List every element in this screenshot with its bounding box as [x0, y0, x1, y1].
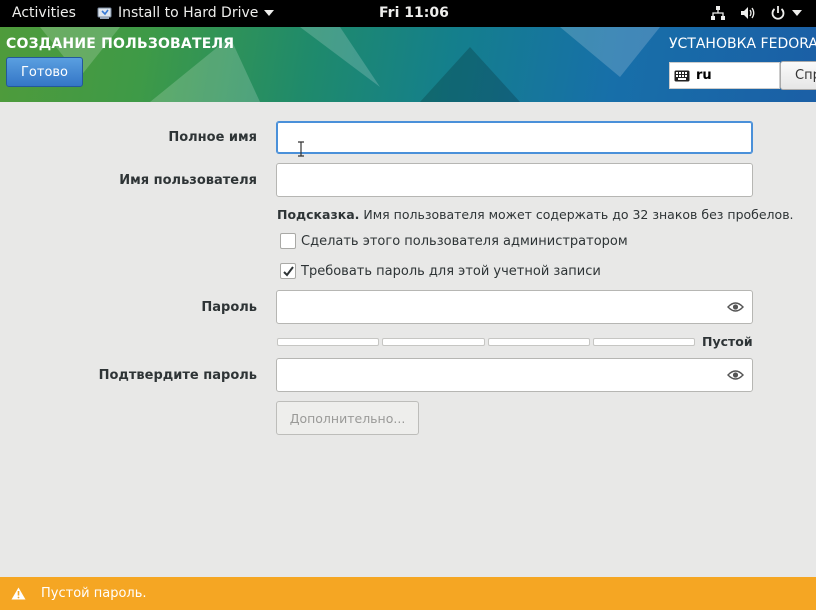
admin-checkbox[interactable] — [280, 233, 296, 249]
gnome-top-bar: Activities Install to Hard Drive Fri 11:… — [0, 0, 816, 27]
show-password-eye-icon[interactable] — [727, 369, 744, 381]
strength-segment — [382, 338, 485, 346]
password-label: Пароль — [201, 300, 257, 315]
full-name-label: Полное имя — [168, 130, 257, 145]
checkmark-icon — [283, 266, 294, 277]
admin-checkbox-label[interactable]: Сделать этого пользователя администратор… — [301, 234, 628, 249]
activities-button[interactable]: Activities — [12, 5, 76, 21]
help-button[interactable]: Справка — [780, 61, 816, 90]
strength-segment — [487, 338, 590, 346]
app-menu-label: Install to Hard Drive — [118, 5, 259, 21]
full-name-input[interactable] — [277, 122, 752, 153]
full-name-field[interactable] — [276, 121, 753, 154]
username-input[interactable] — [277, 164, 752, 196]
chevron-down-icon — [264, 10, 275, 16]
warning-icon — [11, 587, 26, 600]
done-button[interactable]: Готово — [6, 57, 83, 87]
warning-text: Пустой пароль. — [41, 586, 147, 601]
advanced-button[interactable]: Дополнительно... — [276, 401, 419, 435]
power-icon — [771, 6, 785, 20]
system-tray[interactable] — [710, 5, 802, 21]
keyboard-icon — [674, 70, 690, 81]
strength-segment — [277, 338, 380, 346]
password-input[interactable] — [277, 291, 752, 323]
chevron-down-icon — [792, 10, 802, 16]
warning-bar[interactable]: Пустой пароль. — [0, 577, 816, 610]
show-password-eye-icon[interactable] — [727, 301, 744, 313]
keyboard-layout-label: ru — [696, 68, 712, 83]
hint-title: Подсказка. — [277, 207, 360, 222]
installer-icon — [97, 7, 112, 19]
app-menu[interactable]: Install to Hard Drive — [97, 5, 275, 21]
spoke-title: СОЗДАНИЕ ПОЛЬЗОВАТЕЛЯ — [6, 36, 235, 52]
hint-text: Имя пользователя может содержать до 32 з… — [359, 207, 794, 222]
password-strength-bar — [277, 338, 695, 346]
clock[interactable]: Fri 11:06 — [379, 5, 449, 21]
network-icon — [711, 6, 725, 20]
username-label: Имя пользователя — [119, 173, 257, 188]
confirm-password-input[interactable] — [277, 359, 752, 391]
password-strength-label: Пустой — [702, 334, 753, 349]
require-password-checkbox[interactable] — [280, 263, 296, 279]
keyboard-layout-indicator[interactable]: ru — [669, 62, 780, 89]
confirm-password-field[interactable] — [276, 358, 753, 392]
volume-icon — [741, 7, 755, 19]
strength-segment — [592, 338, 695, 346]
password-field[interactable] — [276, 290, 753, 324]
admin-checkbox-row[interactable]: Сделать этого пользователя администратор… — [280, 233, 628, 249]
spoke-header: СОЗДАНИЕ ПОЛЬЗОВАТЕЛЯ Готово УСТАНОВКА F… — [0, 27, 816, 102]
product-title: УСТАНОВКА FEDORA — [669, 36, 816, 52]
require-password-checkbox-label[interactable]: Требовать пароль для этой учетной записи — [301, 264, 601, 279]
username-hint: Подсказка. Имя пользователя может содерж… — [277, 207, 794, 222]
require-password-checkbox-row[interactable]: Требовать пароль для этой учетной записи — [280, 263, 601, 279]
text-cursor-icon — [298, 141, 304, 157]
username-field[interactable] — [276, 163, 753, 197]
confirm-password-label: Подтвердите пароль — [98, 368, 257, 383]
